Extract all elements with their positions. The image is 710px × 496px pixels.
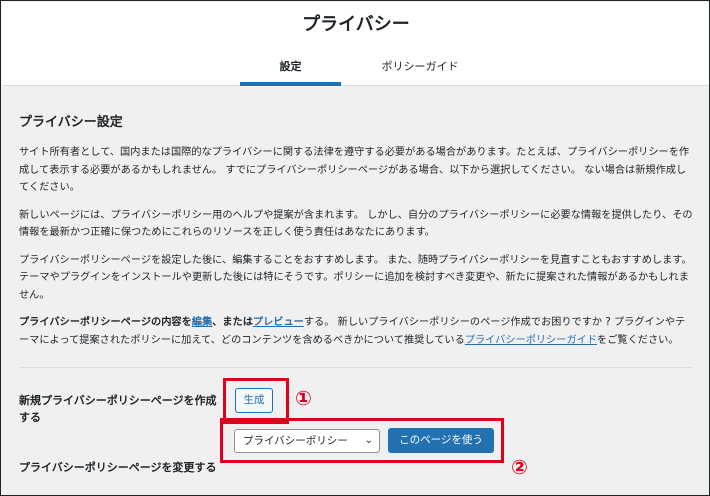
- create-page-label: 新規プライバシーポリシーページを作成する: [19, 394, 217, 424]
- tab-settings[interactable]: 設定: [240, 58, 341, 74]
- review-paragraph: プライバシーポリシーページを設定した後に、編集することをおすすめします。 また、…: [19, 254, 692, 301]
- annotation-box-2: [220, 418, 504, 463]
- preview-link[interactable]: プレビュー: [253, 317, 304, 328]
- responsibility-paragraph: 新しいページには、プライバシーポリシー用のヘルプや提案が含まれます。 しかし、自…: [19, 209, 693, 239]
- edit-link[interactable]: 編集: [192, 317, 212, 328]
- page-title: プライバシー: [302, 14, 410, 35]
- section-title: プライバシー設定: [19, 115, 123, 130]
- admin-frame: プライバシー 設定 ポリシーガイド プライバシー設定 サイト所有者として、国内ま…: [0, 0, 710, 496]
- edit-preview-paragraph: プライバシーポリシーページの内容を編集、またはプレビューする。 新しいプライバシ…: [19, 314, 695, 349]
- tab-policy-guide[interactable]: ポリシーガイド: [357, 58, 483, 74]
- guide-tail-text: をご覧ください。: [597, 334, 679, 346]
- intro-paragraph: サイト所有者として、国内または国際的なプライバシーに関する法律を遵守する必要があ…: [19, 147, 690, 193]
- annotation-marker-1: ①: [295, 386, 312, 410]
- page-header: プライバシー 設定 ポリシーガイド: [2, 2, 709, 86]
- change-page-label: プライバシーポリシーページを変更する: [19, 461, 217, 474]
- edit-mid-text: 、または: [212, 317, 253, 328]
- active-tab-indicator: [240, 82, 341, 86]
- privacy-guide-link[interactable]: プライバシーポリシーガイド: [465, 335, 597, 346]
- privacy-settings-section: プライバシー設定 サイト所有者として、国内または国際的なプライバシーに関する法律…: [19, 111, 695, 359]
- edit-lead-text: プライバシーポリシーページの内容を: [19, 317, 192, 328]
- section-divider: [19, 367, 693, 368]
- annotation-marker-2: ②: [511, 455, 528, 479]
